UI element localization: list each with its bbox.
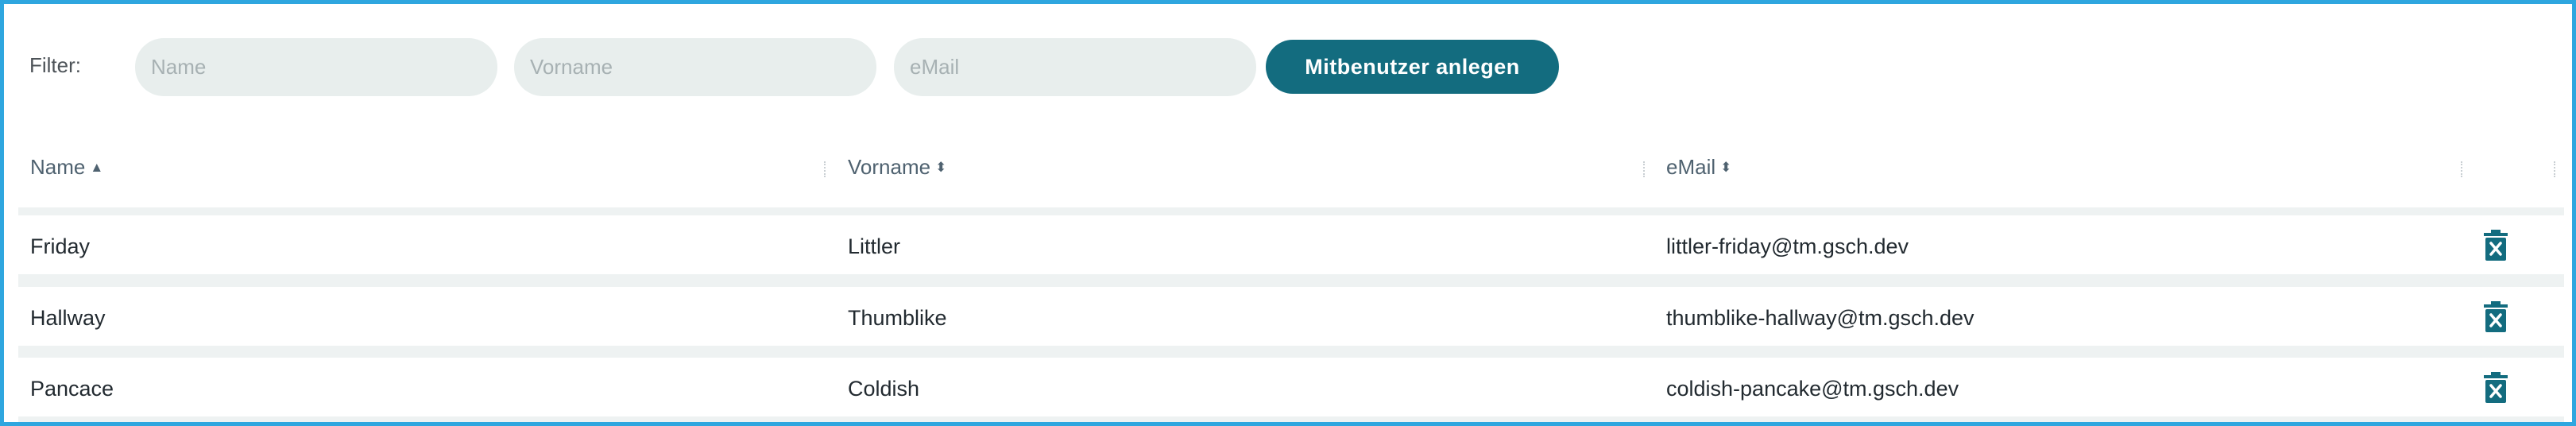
trash-icon[interactable]: [2481, 301, 2510, 333]
column-header-name[interactable]: Name ▲: [30, 155, 103, 180]
cell-email: littler-friday@tm.gsch.dev: [1666, 234, 1909, 258]
cell-email: coldish-pancake@tm.gsch.dev: [1666, 377, 1959, 401]
filter-label: Filter:: [29, 53, 81, 77]
column-header-label: Name: [30, 155, 86, 179]
trash-icon[interactable]: [2481, 230, 2510, 261]
column-header-label: eMail: [1666, 155, 1716, 179]
sort-both-icon: ⬍: [1720, 160, 1732, 175]
column-header-label: Vorname: [848, 155, 931, 179]
column-header-vorname[interactable]: Vorname ⬍: [848, 155, 946, 180]
column-separator[interactable]: [2461, 161, 2462, 177]
cell-vorname: Thumblike: [848, 306, 947, 330]
column-separator[interactable]: [2554, 161, 2555, 177]
column-separator[interactable]: [1643, 161, 1645, 177]
name-filter-input[interactable]: [135, 38, 497, 96]
trash-icon[interactable]: [2481, 372, 2510, 404]
column-header-email[interactable]: eMail ⬍: [1666, 155, 1731, 180]
table-row[interactable]: Pancace Coldish coldish-pancake@tm.gsch.…: [18, 354, 2564, 416]
table-row[interactable]: Friday Littler littler-friday@tm.gsch.de…: [18, 212, 2564, 274]
sort-ascending-icon: ▲: [90, 160, 104, 175]
table-header: Name ▲ Vorname ⬍ eMail ⬍: [4, 144, 2572, 196]
table-row[interactable]: Hallway Thumblike thumblike-hallway@tm.g…: [18, 284, 2564, 346]
cell-name: Pancace: [30, 377, 114, 401]
create-co-user-button[interactable]: Mitbenutzer anlegen: [1266, 40, 1559, 94]
cell-vorname: Coldish: [848, 377, 920, 401]
email-filter-input[interactable]: [894, 38, 1256, 96]
filter-bar: Filter: Mitbenutzer anlegen: [4, 4, 2572, 123]
user-management-panel: Filter: Mitbenutzer anlegen Name ▲ Vorna…: [0, 0, 2576, 426]
cell-name: Hallway: [30, 306, 106, 330]
sort-both-icon: ⬍: [935, 160, 947, 175]
cell-email: thumblike-hallway@tm.gsch.dev: [1666, 306, 1975, 330]
cell-name: Friday: [30, 234, 91, 258]
vorname-filter-input[interactable]: [514, 38, 876, 96]
cell-vorname: Littler: [848, 234, 901, 258]
column-separator[interactable]: [824, 161, 826, 177]
